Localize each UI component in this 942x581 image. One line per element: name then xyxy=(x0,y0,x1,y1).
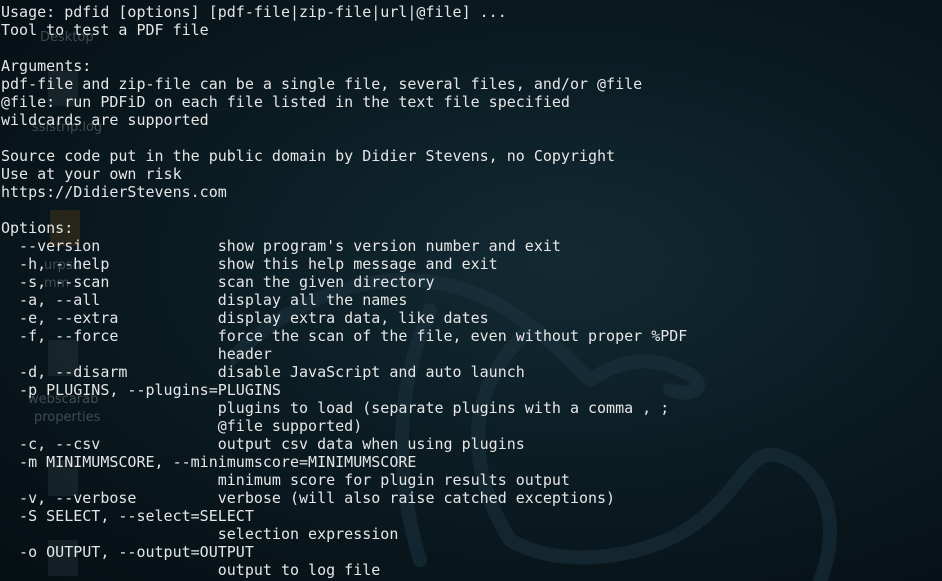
option-line: -o OUTPUT, --output=OUTPUT xyxy=(1,543,254,561)
terminal-line: Tool to test a PDF file xyxy=(1,21,209,39)
terminal-line: pdf-file and zip-file can be a single fi… xyxy=(1,75,643,93)
terminal-line-link: https://DidierStevens.com xyxy=(1,183,227,201)
option-line: -f, --force force the scan of the file, … xyxy=(1,327,688,345)
terminal-window[interactable]: Desktop sslstrip.log urpsu mm webscarab … xyxy=(0,0,942,581)
option-line: -e, --extra display extra data, like dat… xyxy=(1,309,489,327)
option-line: -a, --all display all the names xyxy=(1,291,408,309)
option-line: -h, --help show this help message and ex… xyxy=(1,255,498,273)
option-line: -s, --scan scan the given directory xyxy=(1,273,435,291)
terminal-output[interactable]: Usage: pdfid [options] [pdf-file|zip-fil… xyxy=(1,3,687,579)
terminal-line: Arguments: xyxy=(1,57,92,75)
terminal-line: @file: run PDFiD on each file listed in … xyxy=(1,93,570,111)
option-line: --version show program's version number … xyxy=(1,237,561,255)
option-line: plugins to load (separate plugins with a… xyxy=(1,399,670,417)
terminal-line: Use at your own risk xyxy=(1,165,182,183)
terminal-line: wildcards are supported xyxy=(1,111,209,129)
terminal-line: Options: xyxy=(1,219,74,237)
option-line: minimum score for plugin results output xyxy=(1,471,570,489)
option-line: -S SELECT, --select=SELECT xyxy=(1,507,254,525)
option-line: selection expression xyxy=(1,525,399,543)
option-line: -d, --disarm disable JavaScript and auto… xyxy=(1,363,525,381)
option-line: -m MINIMUMSCORE, --minimumscore=MINIMUMS… xyxy=(1,453,417,471)
option-line: -p PLUGINS, --plugins=PLUGINS xyxy=(1,381,281,399)
option-line: @file supported) xyxy=(1,417,363,435)
terminal-line: Source code put in the public domain by … xyxy=(1,147,616,165)
option-line: header xyxy=(1,345,272,363)
terminal-line: Usage: pdfid [options] [pdf-file|zip-fil… xyxy=(1,3,507,21)
option-line: -c, --csv output csv data when using plu… xyxy=(1,435,525,453)
option-line: output to log file xyxy=(1,561,381,579)
option-line: -v, --verbose verbose (will also raise c… xyxy=(1,489,616,507)
